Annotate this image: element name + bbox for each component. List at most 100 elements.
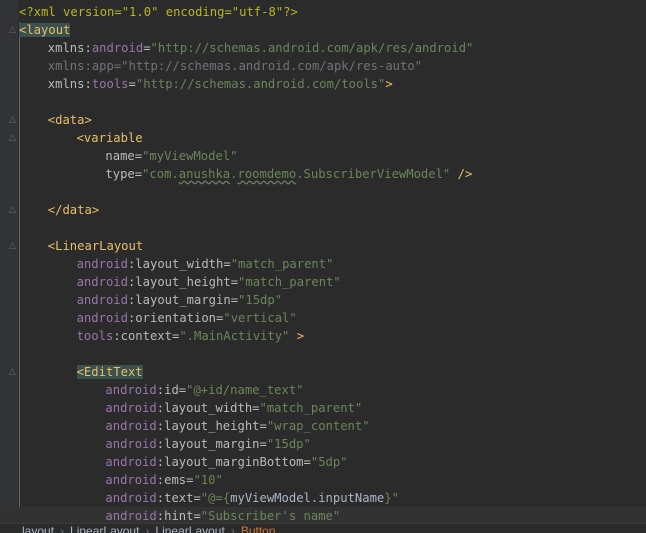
code-token: "10" — [193, 473, 223, 487]
code-token: :hint= — [156, 509, 201, 523]
code-token: "http://schemas.android.com/tools" — [135, 77, 386, 91]
code-token: layout — [26, 23, 71, 37]
code-token: android — [76, 275, 128, 289]
code-token: > — [296, 329, 305, 343]
code-line-text: xmlns:tools="http://schemas.android.com/… — [48, 75, 393, 93]
code-token: android — [105, 383, 157, 397]
code-token: :layout_margin= — [127, 293, 239, 307]
code-token: <LinearLayout — [47, 239, 144, 253]
code-line-text: android:text="@={myViewModel.inputName}" — [105, 489, 399, 507]
code-line[interactable]: tools:context=".MainActivity" > — [0, 327, 646, 345]
code-token: "match_parent" — [238, 275, 341, 289]
code-line-text: android:layout_width="match_parent" — [105, 399, 362, 417]
code-token: }" — [384, 491, 399, 505]
code-line-text: android:orientation="vertical" — [77, 309, 297, 327]
code-line[interactable]: android:layout_margin="15dp" — [0, 291, 646, 309]
code-line[interactable]: android:layout_width="match_parent" — [0, 399, 646, 417]
code-line[interactable]: △ <data> — [0, 111, 646, 129]
code-token: <EditText — [76, 365, 143, 379]
code-token: tools — [76, 329, 114, 343]
code-token: "myViewModel" — [142, 149, 238, 163]
code-line[interactable]: <?xml version="1.0" encoding="utf-8"?> — [0, 3, 646, 21]
code-token: xmlns — [47, 41, 85, 55]
code-token: anushka — [178, 167, 231, 181]
fold-marker-icon[interactable]: △ — [9, 21, 18, 39]
code-token: :orientation= — [127, 311, 224, 325]
code-line[interactable]: android:orientation="vertical" — [0, 309, 646, 327]
code-line[interactable]: △ <variable — [0, 129, 646, 147]
code-line[interactable]: type="com.anushka.roomdemo.SubscriberVie… — [0, 165, 646, 183]
breadcrumb-item[interactable]: layout — [22, 524, 54, 533]
code-line[interactable]: android:layout_height="wrap_content" — [0, 417, 646, 435]
code-line-text: android:layout_width="match_parent" — [77, 255, 334, 273]
breadcrumb-item[interactable]: LinearLayout — [155, 524, 224, 533]
code-line-text: xmlns:android="http://schemas.android.co… — [48, 39, 474, 57]
code-token: android — [105, 491, 157, 505]
fold-marker-icon[interactable]: △ — [9, 237, 18, 255]
code-line[interactable]: android:ems="10" — [0, 471, 646, 489]
code-token: : — [84, 77, 92, 91]
code-token: android — [76, 257, 128, 271]
code-line[interactable]: android:id="@+id/name_text" — [0, 381, 646, 399]
code-token: : — [84, 41, 92, 55]
code-line[interactable]: android:text="@={myViewModel.inputName}" — [0, 489, 646, 507]
code-line[interactable]: name="myViewModel" — [0, 147, 646, 165]
code-token: <?xml version="1.0" encoding="utf-8"?> — [19, 5, 298, 19]
breadcrumb-separator-icon: › — [230, 524, 235, 533]
code-token: "@+id/name_text" — [186, 383, 304, 397]
code-token: :ems= — [156, 473, 194, 487]
code-line[interactable]: △ </data> — [0, 201, 646, 219]
code-token: "http://schemas.android.com/apk/res-auto… — [121, 59, 423, 73]
breadcrumb-item[interactable]: Button — [241, 524, 276, 533]
code-line-text: android:layout_margin="15dp" — [77, 291, 282, 309]
code-line[interactable]: xmlns:app="http://schemas.android.com/ap… — [0, 57, 646, 75]
code-token: "match_parent" — [259, 401, 363, 415]
code-token: tools — [91, 77, 129, 91]
code-line[interactable] — [0, 219, 646, 237]
code-line[interactable]: xmlns:android="http://schemas.android.co… — [0, 39, 646, 57]
code-line-text: android:layout_marginBottom="5dp" — [105, 453, 347, 471]
code-token: "http://schemas.android.com/apk/res/andr… — [150, 41, 474, 55]
code-token: = — [128, 77, 136, 91]
code-line[interactable]: △ <EditText — [0, 363, 646, 381]
code-line[interactable]: android:layout_height="match_parent" — [0, 273, 646, 291]
fold-marker-icon[interactable]: △ — [9, 363, 18, 381]
code-token: :layout_height= — [127, 275, 239, 289]
code-line-text: name="myViewModel" — [105, 147, 237, 165]
code-line-text: android:ems="10" — [105, 471, 222, 489]
code-line-text: </data> — [48, 201, 99, 219]
code-line[interactable] — [0, 93, 646, 111]
code-token: myViewModel.inputName — [230, 491, 385, 505]
code-line[interactable]: xmlns:tools="http://schemas.android.com/… — [0, 75, 646, 93]
code-line[interactable] — [0, 183, 646, 201]
code-token: android — [105, 437, 157, 451]
code-token: android — [105, 401, 157, 415]
code-token: :text= — [156, 491, 201, 505]
breadcrumb: layout › LinearLayout › LinearLayout › Button — [0, 523, 646, 533]
code-line-text: <LinearLayout — [48, 237, 143, 255]
breadcrumb-separator-icon: › — [60, 524, 65, 533]
code-line[interactable]: android:layout_margin="15dp" — [0, 435, 646, 453]
code-editor[interactable]: <?xml version="1.0" encoding="utf-8"?> △ <… — [0, 0, 646, 533]
code-area[interactable]: <?xml version="1.0" encoding="utf-8"?> △ <… — [0, 3, 646, 525]
code-token: xmlns — [47, 77, 85, 91]
fold-marker-icon[interactable]: △ — [9, 201, 18, 219]
code-line[interactable] — [0, 345, 646, 363]
breadcrumb-item[interactable]: LinearLayout — [70, 524, 139, 533]
code-token: "15dp" — [266, 437, 311, 451]
code-line[interactable]: △ <layout — [0, 21, 646, 39]
code-token: = — [143, 41, 151, 55]
code-line-text: <?xml version="1.0" encoding="utf-8"?> — [19, 3, 298, 21]
code-token: </data> — [47, 203, 100, 217]
fold-marker-icon[interactable]: △ — [9, 129, 18, 147]
code-token: android — [76, 311, 128, 325]
code-line-text: xmlns:app="http://schemas.android.com/ap… — [48, 57, 422, 75]
code-token: "match_parent" — [230, 257, 334, 271]
code-line[interactable]: android:layout_marginBottom="5dp" — [0, 453, 646, 471]
code-line[interactable]: android:layout_width="match_parent" — [0, 255, 646, 273]
fold-marker-icon[interactable]: △ — [9, 111, 18, 129]
code-token: :id= — [156, 383, 187, 397]
code-line[interactable]: △ <LinearLayout — [0, 237, 646, 255]
